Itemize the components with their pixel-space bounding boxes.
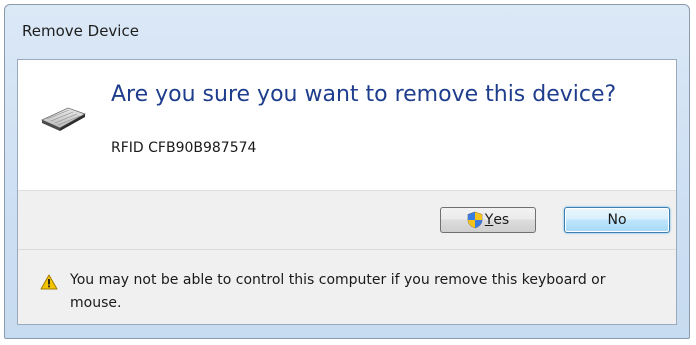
window-title: Remove Device: [22, 22, 139, 40]
main-instruction: Are you sure you want to remove this dev…: [111, 82, 617, 107]
yes-label-rest: es: [493, 212, 510, 228]
footer-warning-text: You may not be able to control this comp…: [70, 272, 606, 311]
button-area: Yes No: [18, 191, 676, 249]
device-name: RFID CFB90B987574: [111, 140, 257, 156]
dialog-client-area: Are you sure you want to remove this dev…: [17, 59, 677, 325]
warning-icon: [40, 274, 58, 290]
keyboard-icon: [41, 107, 86, 131]
remove-device-dialog: Remove Device Are you sure you want to r…: [4, 4, 690, 339]
title-bar[interactable]: Remove Device: [5, 5, 689, 59]
no-button[interactable]: No: [564, 207, 670, 233]
yes-label-accelerator: Y: [484, 212, 494, 228]
uac-shield-icon: [467, 211, 483, 229]
content-area: Are you sure you want to remove this dev…: [18, 60, 676, 191]
footer-area: You may not be able to control this comp…: [18, 249, 676, 324]
yes-button[interactable]: Yes: [440, 207, 536, 233]
